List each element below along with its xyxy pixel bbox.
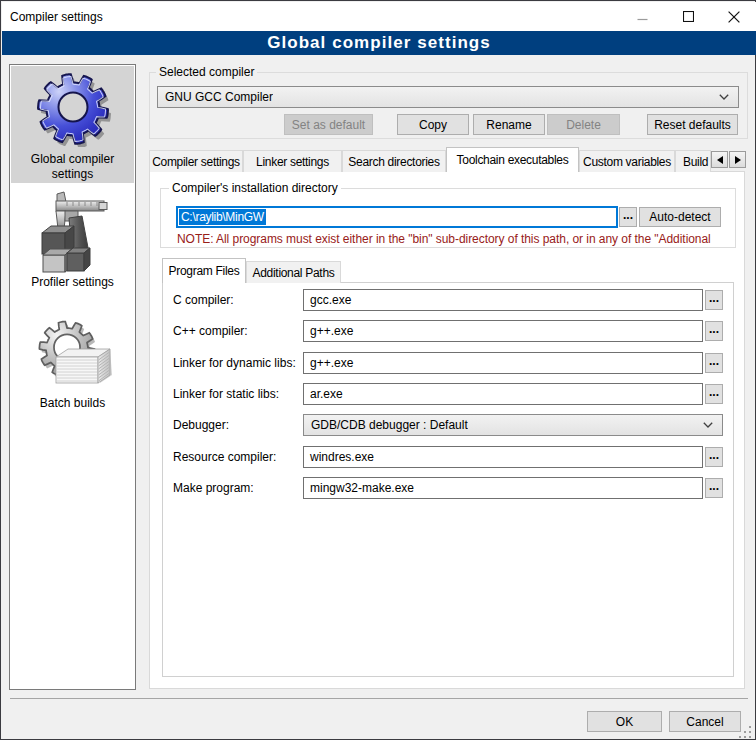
row-label-debugger: Debugger: xyxy=(173,418,229,432)
subtab-program-files[interactable]: Program Files xyxy=(162,258,246,283)
cpp-compiler-value: g++.exe xyxy=(304,324,353,338)
maximize-icon xyxy=(683,11,694,22)
installation-directory-group-label: Compiler's installation directory xyxy=(169,181,341,195)
linker-static-browse-button[interactable]: ... xyxy=(705,384,723,404)
linker-static-value: ar.exe xyxy=(304,387,343,401)
chevron-down-icon xyxy=(703,422,713,428)
linker-dynamic-input[interactable]: g++.exe xyxy=(303,352,703,374)
arrow-right-icon xyxy=(735,156,741,164)
c-compiler-browse-button[interactable]: ... xyxy=(705,290,723,310)
linker-static-input[interactable]: ar.exe xyxy=(303,383,703,405)
c-compiler-value: gcc.exe xyxy=(304,293,351,307)
tab-custom-variables[interactable]: Custom variables xyxy=(579,150,675,172)
resource-compiler-input[interactable]: windres.exe xyxy=(303,446,703,468)
selected-compiler-combobox[interactable]: GNU GCC Compiler xyxy=(157,86,739,108)
auto-detect-button[interactable]: Auto-detect xyxy=(639,207,721,227)
titlebar[interactable]: Compiler settings xyxy=(2,2,756,31)
cancel-button[interactable]: Cancel xyxy=(669,711,741,732)
tab-scroll-right-button[interactable] xyxy=(729,151,746,168)
reset-defaults-button[interactable]: Reset defaults xyxy=(647,114,738,135)
set-as-default-button[interactable]: Set as default xyxy=(284,114,373,135)
linker-dynamic-value: g++.exe xyxy=(304,356,353,370)
subtab-additional-paths[interactable]: Additional Paths xyxy=(246,261,341,283)
close-button[interactable] xyxy=(711,2,756,31)
row-label-make-program: Make program: xyxy=(173,481,254,495)
copy-button[interactable]: Copy xyxy=(397,114,469,135)
installation-directory-browse-button[interactable]: ... xyxy=(619,207,637,227)
maximize-button[interactable] xyxy=(665,2,711,31)
row-label-linker-static: Linker for static libs: xyxy=(173,387,279,401)
installation-directory-input[interactable]: C:\raylib\MinGW xyxy=(176,206,618,228)
resource-compiler-browse-button[interactable]: ... xyxy=(705,447,723,467)
debugger-combobox[interactable]: GDB/CDB debugger : Default xyxy=(303,414,723,436)
profiler-caliper-icon xyxy=(37,191,109,273)
make-program-input[interactable]: mingw32-make.exe xyxy=(303,477,703,499)
sidebar-item-global-compiler-settings[interactable]: Global compiler settings xyxy=(11,66,134,183)
settings-category-list: Global compiler settings xyxy=(9,64,136,690)
resource-compiler-value: windres.exe xyxy=(304,450,374,464)
installation-note: NOTE: All programs must exist either in … xyxy=(177,232,733,246)
selected-compiler-value: GNU GCC Compiler xyxy=(158,90,273,104)
row-label-resource-compiler: Resource compiler: xyxy=(173,450,276,464)
cpp-compiler-input[interactable]: g++.exe xyxy=(303,320,703,342)
row-label-cpp-compiler: C++ compiler: xyxy=(173,324,248,338)
tab-search-directories[interactable]: Search directories xyxy=(342,150,446,172)
chevron-down-icon xyxy=(719,94,729,100)
close-icon xyxy=(728,11,740,23)
dialog-header-title: Global compiler settings xyxy=(267,33,491,53)
tab-linker-settings[interactable]: Linker settings xyxy=(243,150,342,172)
c-compiler-input[interactable]: gcc.exe xyxy=(303,289,703,311)
tab-build-options[interactable]: Build options xyxy=(675,150,711,172)
installation-directory-value: C:\raylib\MinGW xyxy=(179,209,266,225)
sidebar-item-label: Batch builds xyxy=(11,396,134,411)
linker-dynamic-browse-button[interactable]: ... xyxy=(705,353,723,373)
tab-compiler-settings[interactable]: Compiler settings xyxy=(149,150,243,172)
selected-compiler-group-label: Selected compiler xyxy=(156,65,257,79)
row-label-c-compiler: C compiler: xyxy=(173,293,234,307)
sidebar-item-label: Global compiler settings xyxy=(11,152,134,182)
window-title: Compiler settings xyxy=(10,10,103,24)
resize-grip[interactable] xyxy=(739,726,753,739)
cpp-compiler-browse-button[interactable]: ... xyxy=(705,321,723,341)
compiler-settings-dialog: Compiler settings Global compiler settin… xyxy=(0,0,756,740)
footer-separator xyxy=(10,698,748,699)
ok-button[interactable]: OK xyxy=(587,711,662,732)
batch-builds-icon xyxy=(36,319,112,393)
tab-scroll-left-button[interactable] xyxy=(711,151,728,168)
row-label-linker-dynamic: Linker for dynamic libs: xyxy=(173,356,296,370)
make-program-value: mingw32-make.exe xyxy=(304,481,414,495)
debugger-value: GDB/CDB debugger : Default xyxy=(304,418,468,432)
arrow-left-icon xyxy=(717,156,723,164)
minimize-button[interactable] xyxy=(619,2,665,31)
dialog-header: Global compiler settings xyxy=(2,31,756,55)
delete-button[interactable]: Delete xyxy=(547,114,620,135)
sidebar-item-profiler-settings[interactable]: Profiler settings xyxy=(11,185,134,290)
minimize-icon xyxy=(637,11,648,22)
rename-button[interactable]: Rename xyxy=(473,114,545,135)
make-program-browse-button[interactable]: ... xyxy=(705,478,723,498)
tab-toolchain-executables[interactable]: Toolchain executables xyxy=(446,147,579,172)
sidebar-item-label: Profiler settings xyxy=(11,275,134,290)
sidebar-item-batch-builds[interactable]: Batch builds xyxy=(11,315,134,415)
compiler-gear-icon xyxy=(35,71,111,147)
